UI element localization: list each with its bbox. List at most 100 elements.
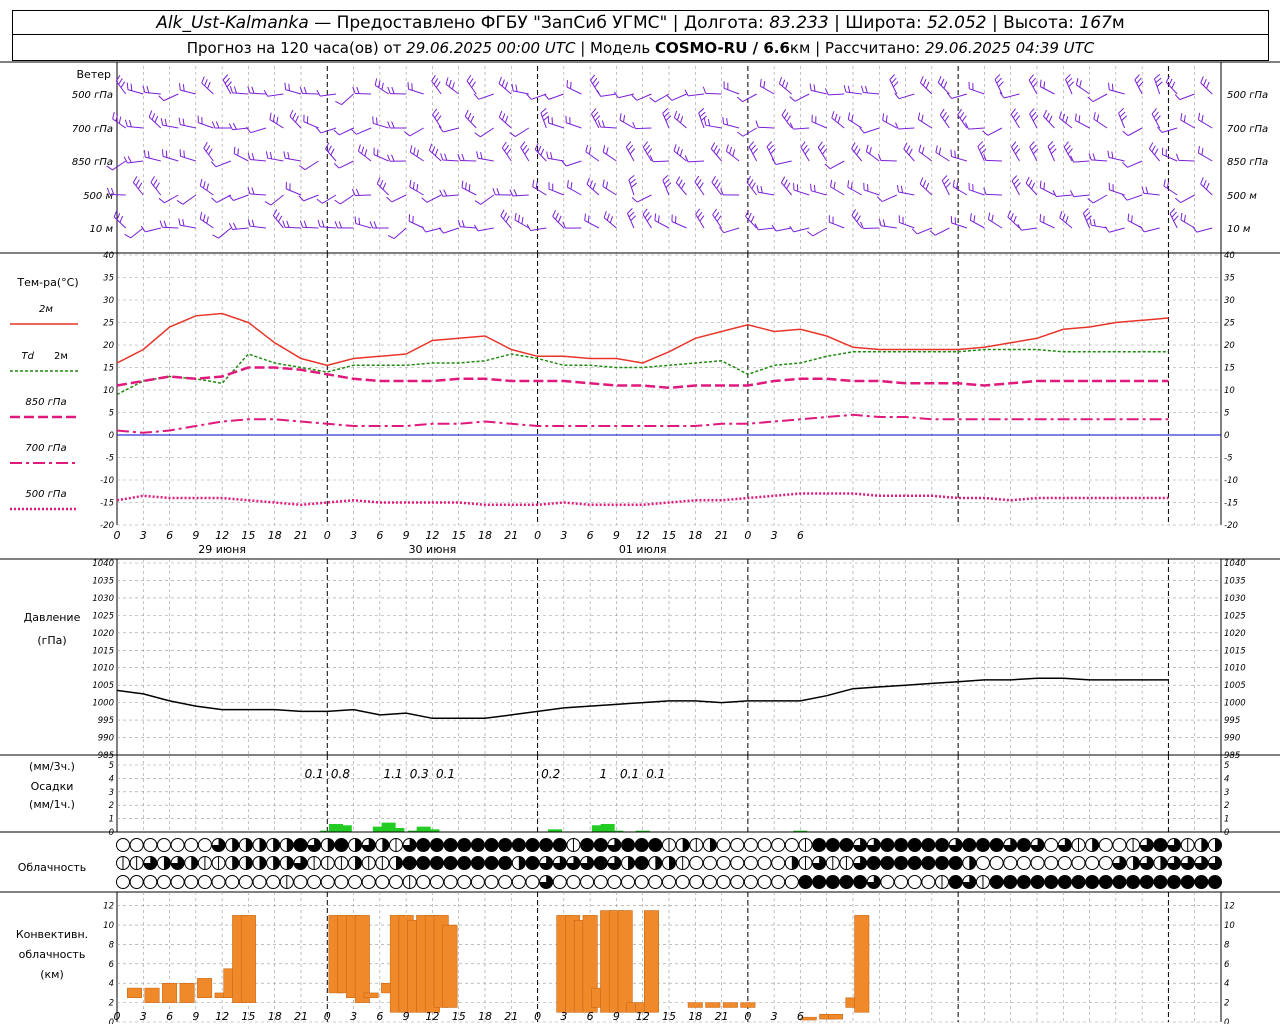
cloud-circle-full bbox=[526, 838, 539, 852]
wind-barb-feather bbox=[919, 177, 924, 185]
cloud-cover-symbol bbox=[116, 856, 130, 870]
cloud-cover-symbol bbox=[757, 856, 772, 870]
wind-barb bbox=[339, 160, 354, 169]
wind-barb bbox=[863, 92, 880, 95]
cloud-circle-outline bbox=[266, 875, 281, 889]
wind-barb-feather bbox=[675, 176, 681, 183]
convective-panel-ytick-right: 8 bbox=[1224, 940, 1230, 950]
wind-barb-feather bbox=[627, 144, 634, 151]
cloud-cover-symbol bbox=[307, 856, 322, 870]
cloud-cover-symbol bbox=[320, 838, 335, 852]
wind-barb-feather bbox=[474, 132, 481, 138]
x-tick-label: 15 bbox=[452, 529, 466, 542]
wind-barb-feather bbox=[781, 79, 786, 87]
wind-barb-feather bbox=[199, 212, 203, 220]
cloud-cover-symbol bbox=[702, 856, 717, 870]
cloud-cover-symbol bbox=[607, 838, 622, 852]
wind-barb-feather bbox=[333, 129, 340, 136]
wind-barb-feather bbox=[237, 148, 239, 156]
wind-barb-feather bbox=[1180, 113, 1183, 121]
wind-barb-feather bbox=[515, 84, 518, 92]
pressure-panel-ytick-right: 1005 bbox=[1224, 681, 1246, 691]
wind-level-label-right: 10 м bbox=[1227, 224, 1251, 235]
wind-barb-feather bbox=[1013, 144, 1019, 151]
wind-barb-feather bbox=[1087, 198, 1094, 204]
cloud-cover-symbol bbox=[634, 875, 649, 889]
wind-barb-feather bbox=[606, 213, 610, 221]
cloud-cover-symbol bbox=[1057, 838, 1072, 852]
cloud-cover-symbol bbox=[662, 875, 676, 889]
wind-barb-feather bbox=[950, 149, 953, 157]
cloud-cover-symbol bbox=[730, 838, 745, 852]
cloud-cover-symbol bbox=[689, 875, 704, 889]
cloud-cover-symbol bbox=[935, 856, 949, 870]
wind-barb-feather bbox=[918, 144, 922, 152]
wind-barb bbox=[793, 127, 810, 130]
wind-barb bbox=[512, 194, 529, 197]
wind-barb-feather bbox=[1049, 144, 1055, 151]
cloud-circle-outline bbox=[143, 875, 158, 889]
wind-barb-feather bbox=[925, 182, 930, 190]
convective-bar bbox=[442, 924, 458, 1008]
wind-barb bbox=[1109, 189, 1125, 196]
wind-barb-feather bbox=[1151, 108, 1157, 115]
wind-barb bbox=[443, 127, 459, 133]
wind-barb bbox=[355, 223, 372, 229]
cloud-cover-symbol bbox=[757, 838, 772, 852]
cloud-cover-symbol bbox=[1153, 875, 1168, 889]
cloud-cover-symbol bbox=[634, 856, 649, 870]
wind-barb-feather bbox=[165, 150, 168, 158]
cloud-circle-half bbox=[1133, 856, 1140, 870]
cloud-cover-symbol bbox=[798, 875, 813, 889]
cloud-circle-full bbox=[880, 856, 894, 870]
cloud-cover-symbol bbox=[962, 838, 977, 852]
cloud-circle-outline bbox=[743, 838, 758, 852]
wind-barb bbox=[144, 92, 161, 95]
wind-barb bbox=[636, 93, 652, 101]
wind-barb-feather bbox=[1031, 111, 1037, 118]
cloud-circle-full bbox=[648, 838, 662, 852]
precip-panel-ytick-right: 2 bbox=[1224, 801, 1229, 811]
wind-barb-feather bbox=[1122, 130, 1129, 137]
wind-barb-feather bbox=[211, 197, 218, 203]
wind-barb bbox=[341, 93, 354, 105]
wind-barb-feather bbox=[500, 209, 505, 217]
wind-barb-feather bbox=[552, 209, 557, 217]
wind-barb-feather bbox=[461, 180, 464, 188]
cloud-cover-symbol bbox=[402, 875, 417, 889]
cloud-circle-outline bbox=[156, 838, 171, 852]
cloud-cover-symbol bbox=[1071, 838, 1086, 852]
wind-barb-feather bbox=[623, 115, 626, 123]
x-tick-label-bottom: 18 bbox=[478, 1010, 492, 1023]
cloud-cover-symbol bbox=[429, 875, 444, 889]
cloud-cover-symbol bbox=[334, 838, 349, 852]
wind-title: Ветер bbox=[77, 68, 111, 81]
cloud-circle-half bbox=[232, 856, 239, 870]
wind-barb-feather bbox=[1045, 112, 1050, 120]
cloud-cover-symbol bbox=[798, 856, 813, 870]
wind-barb-feather bbox=[983, 187, 987, 195]
wind-barb bbox=[532, 186, 547, 196]
wind-barb-feather bbox=[819, 144, 825, 152]
wind-barb bbox=[863, 189, 880, 196]
wind-barb-feather bbox=[1089, 218, 1092, 226]
wind-barb-feather bbox=[566, 80, 568, 88]
cloud-circle-outline bbox=[716, 838, 731, 852]
cloud-circle-full bbox=[580, 838, 594, 852]
wind-barb-feather bbox=[605, 181, 609, 189]
convective-bar bbox=[179, 982, 195, 1003]
wind-barb-feather bbox=[158, 197, 165, 204]
wind-barb-feather bbox=[865, 144, 869, 152]
cloud-cover-symbol bbox=[184, 856, 199, 870]
x-tick-label: 6 bbox=[376, 529, 383, 542]
cloud-cover-symbol bbox=[866, 856, 881, 870]
cloud-cover-symbol bbox=[184, 838, 199, 852]
wind-barb bbox=[742, 127, 757, 137]
wind-barb-feather bbox=[882, 219, 886, 227]
wind-barb-feather bbox=[851, 209, 856, 216]
wind-barb-feather bbox=[1192, 226, 1198, 233]
temp-panel-ytick-right: 30 bbox=[1224, 296, 1235, 306]
wind-barb-feather bbox=[148, 110, 153, 118]
cloud-circle-outline bbox=[757, 856, 772, 870]
wind-barb-feather bbox=[786, 182, 791, 190]
